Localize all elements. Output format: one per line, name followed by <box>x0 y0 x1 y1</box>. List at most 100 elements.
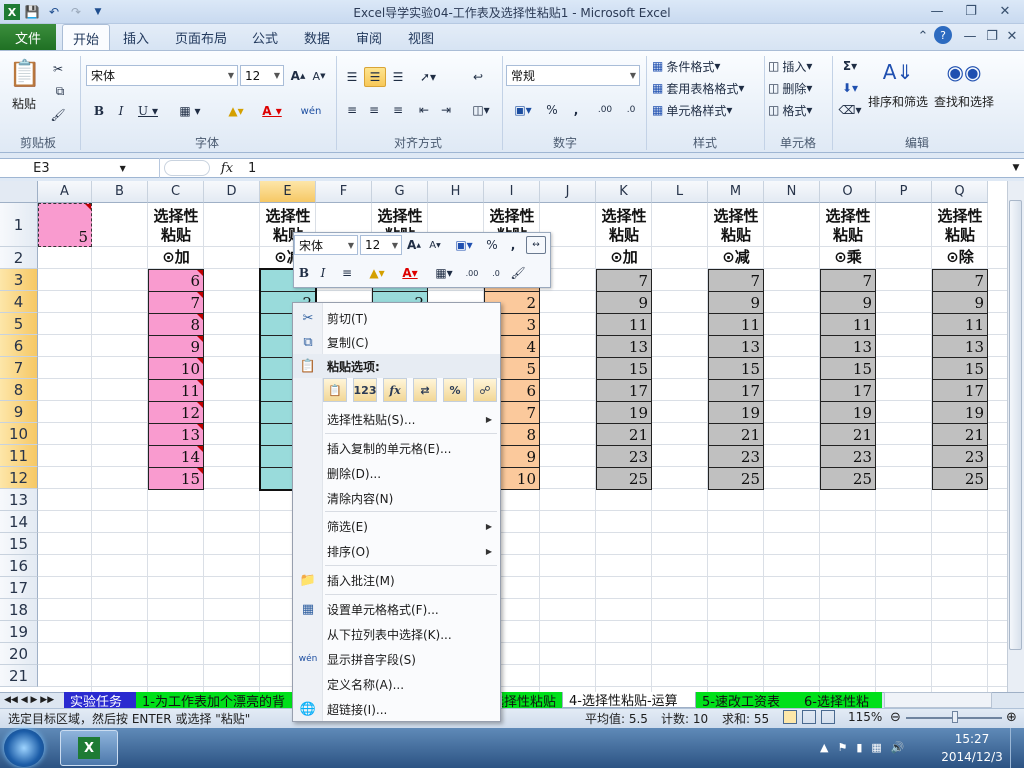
zoom-slider-thumb[interactable] <box>952 711 958 723</box>
mini-shrink-font-icon[interactable]: A ▼ <box>426 236 444 254</box>
font-color-icon[interactable]: A ▾ <box>256 101 288 121</box>
bold-icon[interactable]: B <box>90 101 108 121</box>
volume-icon[interactable]: 🔊 <box>891 741 905 754</box>
table-format-button[interactable]: ▦ 套用表格格式 ▾ <box>652 78 764 98</box>
menu-item-hyperlink[interactable]: 🌐 超链接(I)... <box>293 697 500 721</box>
column-header-h[interactable]: H <box>428 181 484 203</box>
delete-cells-button[interactable]: ◫ 删除 ▾ <box>768 78 828 98</box>
tab-data[interactable]: 数据 <box>296 24 338 51</box>
cell-q5[interactable]: 11 <box>932 313 988 336</box>
row-header-8[interactable]: 8 <box>0 379 38 401</box>
doc-minimize-button[interactable]: — <box>960 26 980 46</box>
cell-style-button[interactable]: ▦ 单元格样式 ▾ <box>652 100 764 120</box>
cell-q3[interactable]: 7 <box>932 269 988 292</box>
row-header-10[interactable]: 10 <box>0 423 38 445</box>
minimize-button[interactable]: — <box>922 1 952 21</box>
redo-icon[interactable]: ↷ <box>66 2 86 22</box>
row-header-13[interactable]: 13 <box>0 489 38 511</box>
mini-italic-icon[interactable]: I <box>316 264 330 282</box>
fill-icon[interactable]: ⬇▾ <box>836 78 864 98</box>
cell-c4[interactable]: 7 <box>148 291 204 314</box>
merge-center-icon[interactable]: ◫▾ <box>466 100 496 120</box>
mini-bold-icon[interactable]: B <box>296 264 312 282</box>
formula-input[interactable]: 1 <box>248 158 256 178</box>
op-cell-k2[interactable]: ⊙加 <box>596 248 652 267</box>
cut-icon[interactable]: ✂ <box>48 60 68 78</box>
mini-decrease-decimal-icon[interactable]: .0 <box>486 264 506 282</box>
row-header-18[interactable]: 18 <box>0 599 38 621</box>
cell-c7[interactable]: 10 <box>148 357 204 380</box>
paste-transpose-icon[interactable]: ⇄ <box>413 378 437 402</box>
menu-item-sort[interactable]: 排序(O) ▶ <box>293 539 500 563</box>
column-header-p[interactable]: P <box>876 181 932 203</box>
binoculars-icon[interactable]: ◉◉ <box>946 56 982 88</box>
cell-m3[interactable]: 7 <box>708 269 764 292</box>
sheet-tab-tasks[interactable]: 实验任务 <box>64 692 136 708</box>
cell-q11[interactable]: 23 <box>932 445 988 468</box>
column-header-a[interactable]: A <box>38 181 92 203</box>
column-header-i[interactable]: I <box>484 181 540 203</box>
format-cells-button[interactable]: ◫ 格式 ▾ <box>768 100 828 120</box>
increase-decimal-icon[interactable]: .00 <box>594 100 616 120</box>
network-icon[interactable]: ▮ <box>856 741 862 754</box>
cell-o12[interactable]: 25 <box>820 467 876 490</box>
column-header-b[interactable]: B <box>92 181 148 203</box>
tab-page-layout[interactable]: 页面布局 <box>168 24 234 51</box>
cell-k9[interactable]: 19 <box>596 401 652 424</box>
sort-filter-icon[interactable]: A⇓ <box>880 56 916 88</box>
cell-k12[interactable]: 25 <box>596 467 652 490</box>
cell-q12[interactable]: 25 <box>932 467 988 490</box>
select-all-corner[interactable] <box>0 181 38 203</box>
autosum-icon[interactable]: Σ▾ <box>836 56 864 76</box>
column-header-j[interactable]: J <box>540 181 596 203</box>
cell-o5[interactable]: 11 <box>820 313 876 336</box>
paste-formatting-icon[interactable]: % <box>443 378 467 402</box>
find-select-label[interactable]: 查找和选择 <box>934 93 994 110</box>
row-header-5[interactable]: 5 <box>0 313 38 335</box>
horizontal-scrollbar[interactable] <box>884 692 992 708</box>
page-break-view-icon[interactable] <box>821 710 835 724</box>
tab-view[interactable]: 视图 <box>400 24 442 51</box>
column-header-c[interactable]: C <box>148 181 204 203</box>
column-header-k[interactable]: K <box>596 181 652 203</box>
doc-restore-button[interactable]: ❐ <box>982 26 1002 46</box>
sort-filter-label[interactable]: 排序和筛选 <box>868 93 928 110</box>
menu-item-define-name[interactable]: 定义名称(A)... <box>293 672 500 696</box>
row-header-1[interactable]: 1 <box>0 203 38 247</box>
header-cell-o1[interactable]: 选择性 粘贴 <box>820 207 876 245</box>
row-header-15[interactable]: 15 <box>0 533 38 555</box>
page-layout-view-icon[interactable] <box>802 710 816 724</box>
flag-icon[interactable]: ⚑ <box>837 741 847 754</box>
ribbon-minimize-icon[interactable]: ⌃ <box>912 26 934 46</box>
cell-m4[interactable]: 9 <box>708 291 764 314</box>
menu-item-delete[interactable]: 删除(D)... <box>293 461 500 485</box>
header-cell-q1[interactable]: 选择性 粘贴 <box>932 207 988 245</box>
menu-item-pick-list[interactable]: 从下拉列表中选择(K)... <box>293 622 500 646</box>
align-center-icon[interactable]: ≡ <box>364 100 384 120</box>
cell-k8[interactable]: 17 <box>596 379 652 402</box>
menu-item-copy[interactable]: ⧉ 复制(C) <box>293 330 500 354</box>
op-cell-m2[interactable]: ⊙减 <box>708 248 764 267</box>
align-bottom-icon[interactable]: ☰ <box>388 67 408 87</box>
show-hidden-icon[interactable]: ▲ <box>820 741 828 754</box>
op-cell-c2[interactable]: ⊙加 <box>148 248 204 267</box>
signal-icon[interactable]: ▦ <box>871 741 881 754</box>
mini-size-combo[interactable]: 12 ▼ <box>360 235 402 255</box>
cell-o9[interactable]: 19 <box>820 401 876 424</box>
format-painter-icon[interactable]: 🖌 <box>48 106 68 124</box>
cell-k3[interactable]: 7 <box>596 269 652 292</box>
underline-icon[interactable]: U ▾ <box>134 101 162 121</box>
mini-comma-icon[interactable]: , <box>506 236 520 254</box>
mini-percent-icon[interactable]: % <box>484 236 500 254</box>
cell-c8[interactable]: 11 <box>148 379 204 402</box>
restore-button[interactable]: ❐ <box>956 1 986 21</box>
cell-c12[interactable]: 15 <box>148 467 204 490</box>
row-header-20[interactable]: 20 <box>0 643 38 665</box>
tab-file[interactable]: 文件 <box>0 24 56 51</box>
align-left-icon[interactable]: ≡ <box>342 100 362 120</box>
name-box[interactable]: E3 ▼ <box>0 158 160 178</box>
taskbar-excel-button[interactable]: X <box>60 730 118 766</box>
paste-icon[interactable]: 📋 <box>8 56 42 92</box>
borders-icon[interactable]: ▦ ▾ <box>170 101 210 121</box>
accounting-format-icon[interactable]: ▣▾ <box>508 100 538 120</box>
